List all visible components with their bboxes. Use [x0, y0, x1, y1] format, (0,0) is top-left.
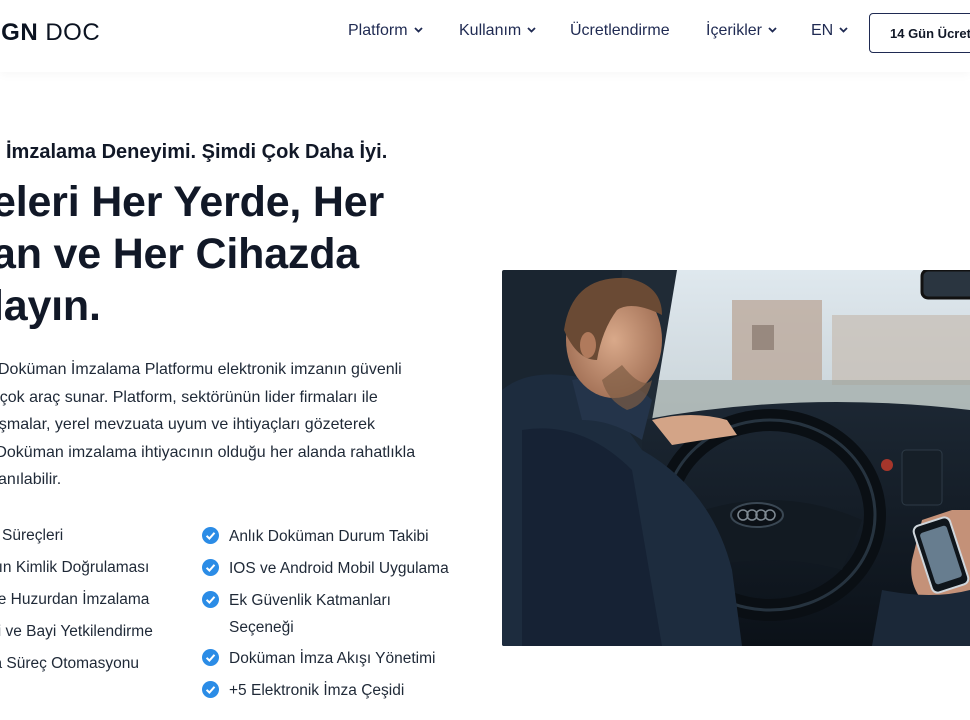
free-trial-button[interactable]: 14 Gün Ücret: [869, 13, 970, 53]
feature-item: IOS ve Android Mobil Uygulama: [202, 555, 449, 587]
logo-bold-text: IGN: [0, 19, 39, 46]
feature-item: si ve Bayi Yetkilendirme: [0, 623, 153, 640]
feature-text: Anlık Doküman Durum Takibi: [229, 528, 429, 545]
feature-item: Doküman İmza Akışı Yönetimi: [202, 645, 449, 677]
check-circle-icon: [202, 559, 219, 576]
check-circle-icon: [202, 527, 219, 544]
site-header: IGN DOC Platform Kullanım Ücretlendirme …: [0, 0, 970, 72]
feature-item: Ek Güvenlik Katmanları Seçeneği: [202, 587, 449, 645]
language-switcher[interactable]: EN: [811, 22, 848, 40]
feature-text: IOS ve Android Mobil Uygulama: [229, 560, 449, 577]
hero-title-line: an ve Her Cihazda: [0, 230, 360, 278]
nav-item-ucretlendirme[interactable]: Ücretlendirme: [570, 22, 670, 40]
feature-item: nın Kimlik Doğrulaması: [0, 559, 150, 576]
nav-label: Kullanım: [459, 22, 522, 39]
description-line: birçok araç sunar. Platform, sektörünün …: [0, 388, 378, 406]
hero-eyebrow: İmzalama Deneyimi. Şimdi Çok Daha İyi.: [6, 141, 388, 163]
description-line: C Doküman İmzalama Platformu elektronik …: [0, 361, 402, 378]
chevron-down-icon: [527, 27, 536, 33]
feature-text: Seçeneği: [229, 619, 294, 636]
feature-list-left: ş Süreçleri nın Kimlik Doğrulaması ve Hu…: [0, 523, 153, 683]
feature-item: la Süreç Otomasyonu: [0, 655, 140, 672]
feature-item: Anlık Doküman Durum Takibi: [202, 523, 449, 555]
check-circle-icon: [202, 649, 219, 666]
hero-description: C Doküman İmzalama Platformu elektronik …: [0, 356, 462, 494]
logo-light-text: DOC: [45, 19, 101, 46]
check-circle-icon: [202, 591, 219, 608]
check-circle-icon: [202, 681, 219, 698]
hero-title-line: eleri Her Yerde, Her: [0, 178, 385, 226]
feature-text: +5 Elektronik İmza Çeşidi: [229, 682, 405, 699]
nav-label: Platform: [348, 22, 408, 39]
description-line: ullanılabilir.: [0, 471, 62, 488]
hero-title: eleri Her Yerde, Her an ve Her Cihazda l…: [0, 176, 384, 332]
feature-item: +5 Elektronik İmza Çeşidi: [202, 677, 449, 709]
chevron-down-icon: [413, 27, 423, 33]
description-line: r. Doküman imzalama ihtiyacının olduğu h…: [0, 443, 416, 461]
feature-item: ve Huzurdan İmzalama: [0, 591, 150, 608]
nav-label: İçerikler: [706, 22, 763, 39]
hero-title-line: layın.: [0, 282, 101, 330]
brand-logo[interactable]: IGN DOC: [0, 19, 100, 47]
chevron-down-icon: [768, 27, 777, 33]
nav-label: Ücretlendirme: [570, 22, 670, 39]
description-line: alışmalar, yerel mevzuata uyum ve ihtiya…: [0, 416, 376, 433]
nav-item-kullanim[interactable]: Kullanım: [459, 22, 536, 40]
feature-item: ş Süreçleri: [0, 527, 64, 544]
feature-text: Doküman İmza Akışı Yönetimi: [229, 650, 436, 667]
feature-list-right: Anlık Doküman Durum Takibi IOS ve Androi…: [202, 523, 449, 709]
nav-label: EN: [811, 22, 834, 39]
feature-text: Ek Güvenlik Katmanları: [229, 592, 391, 609]
nav-item-icerikler[interactable]: İçerikler: [706, 22, 777, 40]
nav-item-platform[interactable]: Platform: [348, 22, 423, 40]
chevron-down-icon: [839, 27, 848, 33]
hero-image-man-driving: [502, 270, 970, 646]
